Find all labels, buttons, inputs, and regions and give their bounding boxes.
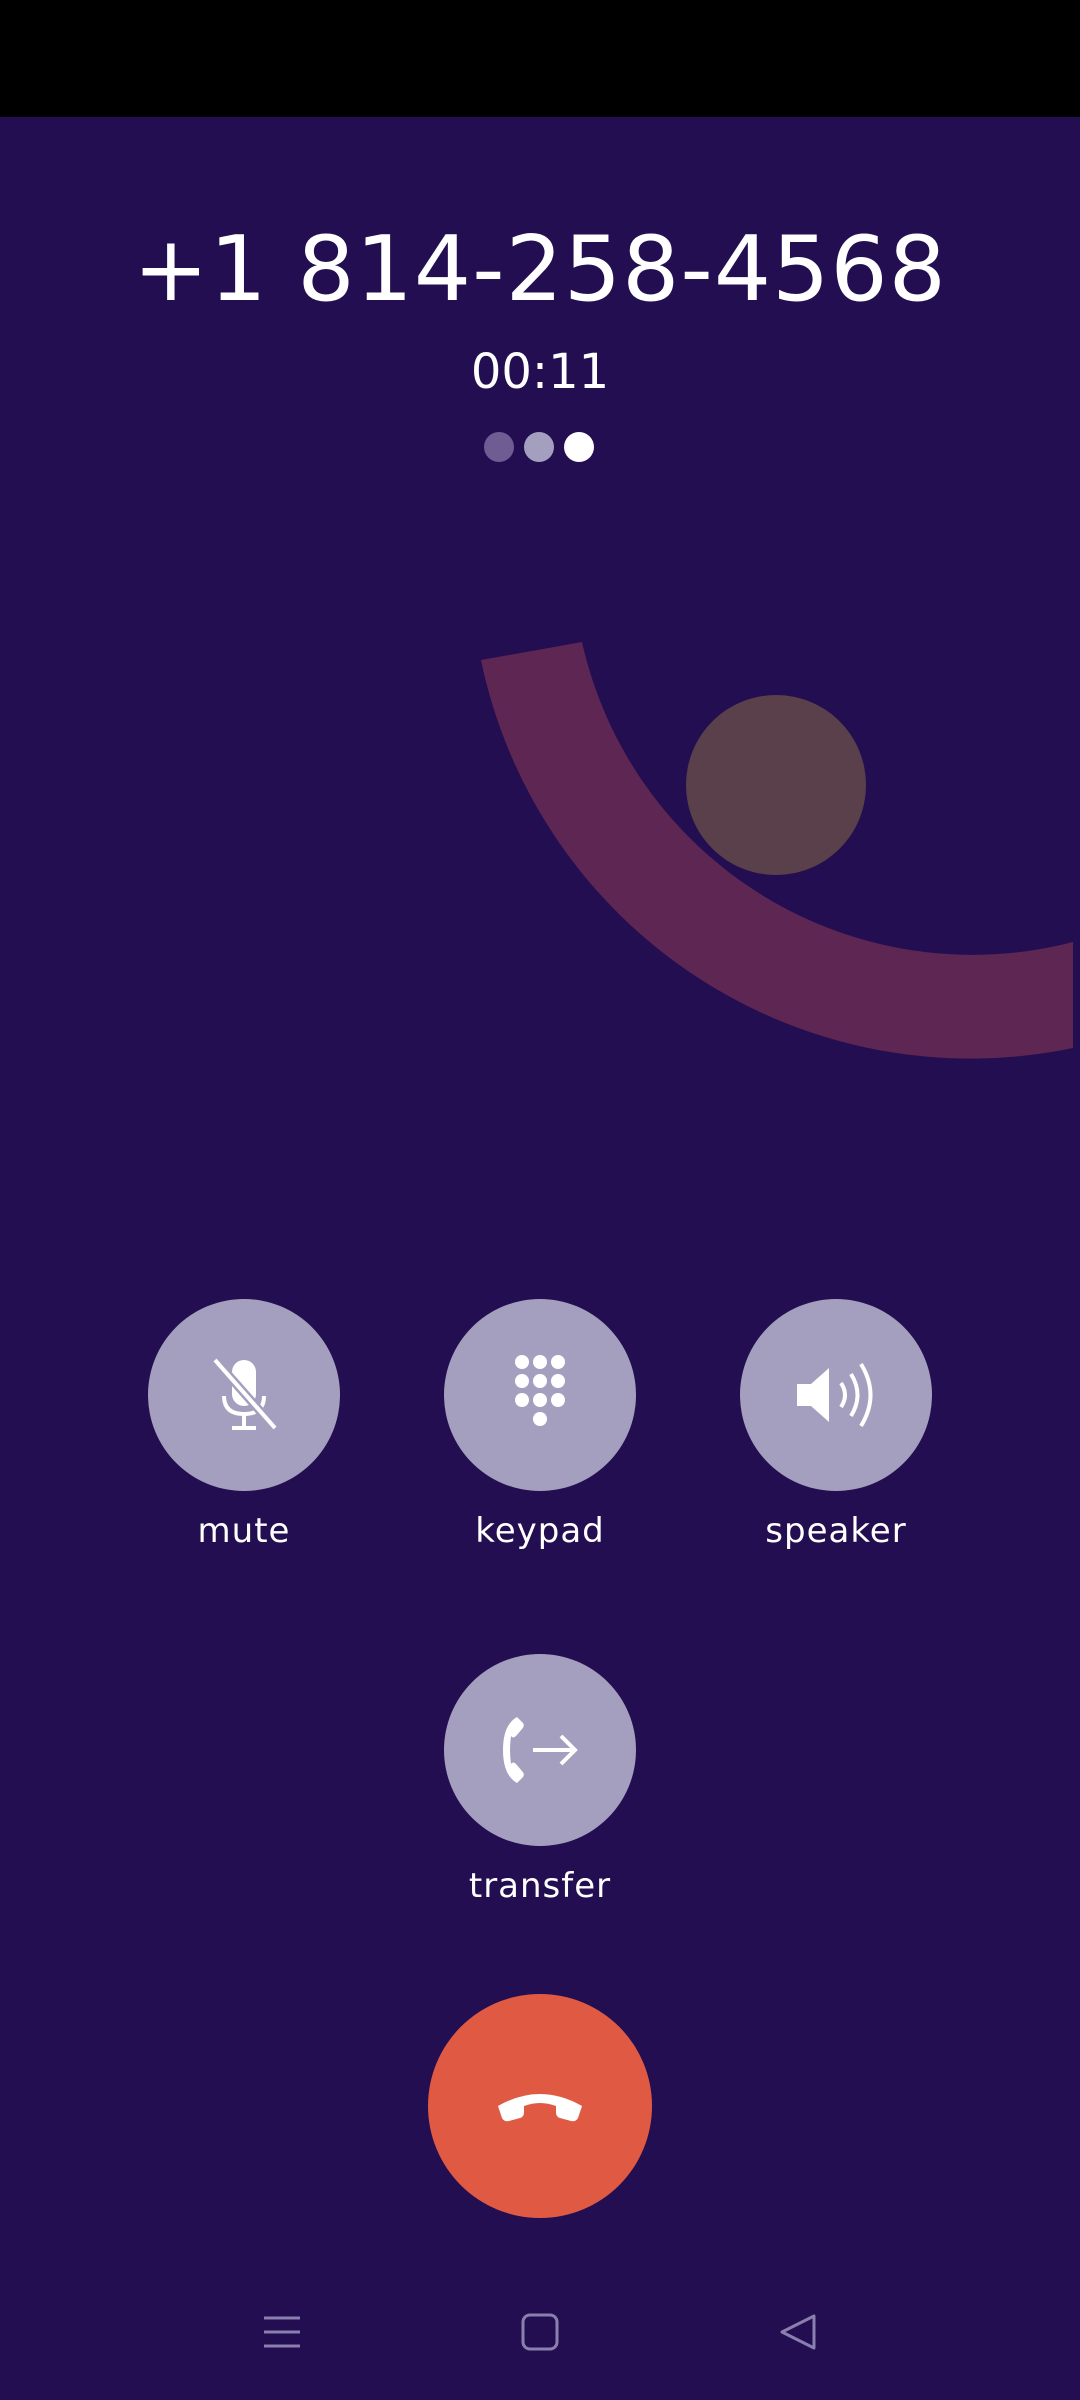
system-navigation-bar [0,2262,1080,2400]
home-button[interactable] [500,2292,580,2372]
keypad-button[interactable]: keypad [444,1299,636,1551]
call-transfer-icon [503,1717,578,1783]
mute-button-circle[interactable] [148,1299,340,1491]
dialpad-icon [515,1355,565,1426]
mute-button[interactable]: mute [148,1299,340,1551]
end-call-button[interactable] [428,1994,652,2218]
speaker-icon [797,1362,873,1428]
end-call-icon [498,2094,582,2122]
back-icon [780,2314,816,2350]
call-timer: 00:11 [470,344,610,400]
menu-icon [264,2316,300,2348]
mute-label: mute [197,1511,291,1551]
status-dot [524,432,554,462]
call-screen: +1 814-258-4568 00:11 mute keypad speake… [0,0,1080,2400]
speaker-button[interactable]: speaker [740,1299,932,1551]
status-dot [484,432,514,462]
recent-apps-button[interactable] [242,2292,322,2372]
call-status-dots [484,432,596,464]
decorative-circle [686,695,866,875]
home-icon [521,2313,559,2351]
back-button[interactable] [758,2292,838,2372]
mic-off-icon [211,1357,279,1431]
transfer-button[interactable]: transfer [444,1654,636,1906]
caller-phone-number: +1 814-258-4568 [133,217,947,322]
transfer-button-circle[interactable] [444,1654,636,1846]
speaker-button-circle[interactable] [740,1299,932,1491]
speaker-label: speaker [765,1511,907,1551]
status-dot [564,432,594,462]
keypad-button-circle[interactable] [444,1299,636,1491]
transfer-label: transfer [468,1866,612,1906]
keypad-label: keypad [475,1511,605,1551]
